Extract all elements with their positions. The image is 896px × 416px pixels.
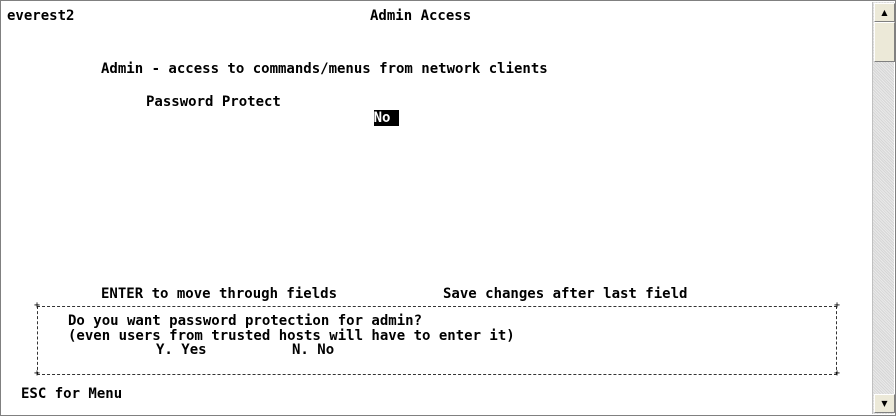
box-corner: +: [34, 368, 41, 379]
password-protect-label: Password Protect: [146, 94, 281, 110]
password-protect-value[interactable]: No: [373, 110, 391, 126]
esc-menu-hint[interactable]: ESC for Menu: [21, 386, 122, 402]
scroll-thumb[interactable]: [874, 22, 895, 62]
save-hint: Save changes after last field: [443, 286, 688, 302]
section-heading: Admin - access to commands/menus from ne…: [101, 61, 548, 77]
prompt-question: Do you want password protection for admi…: [68, 313, 423, 329]
box-corner: +: [833, 300, 840, 311]
box-corner: +: [34, 300, 41, 311]
field-cursor: [390, 110, 399, 126]
hostname: everest2: [7, 8, 75, 24]
scroll-down-icon[interactable]: ▼: [874, 394, 895, 413]
scroll-up-icon[interactable]: ▲: [874, 3, 895, 22]
password-protect-field[interactable]: No: [323, 94, 399, 142]
screen-title: Admin Access: [370, 8, 472, 24]
option-yes[interactable]: Y. Yes: [156, 342, 207, 358]
vertical-scrollbar[interactable]: ▲ ▼: [872, 2, 895, 414]
terminal-window: everest2 Admin Access Admin - access to …: [0, 0, 896, 416]
option-no[interactable]: N. No: [292, 342, 334, 358]
terminal-screen[interactable]: everest2 Admin Access Admin - access to …: [3, 3, 869, 413]
enter-hint: ENTER to move through fields: [101, 286, 338, 302]
box-corner: +: [833, 368, 840, 379]
prompt-box: + + + + Do you want password protection …: [34, 301, 840, 379]
